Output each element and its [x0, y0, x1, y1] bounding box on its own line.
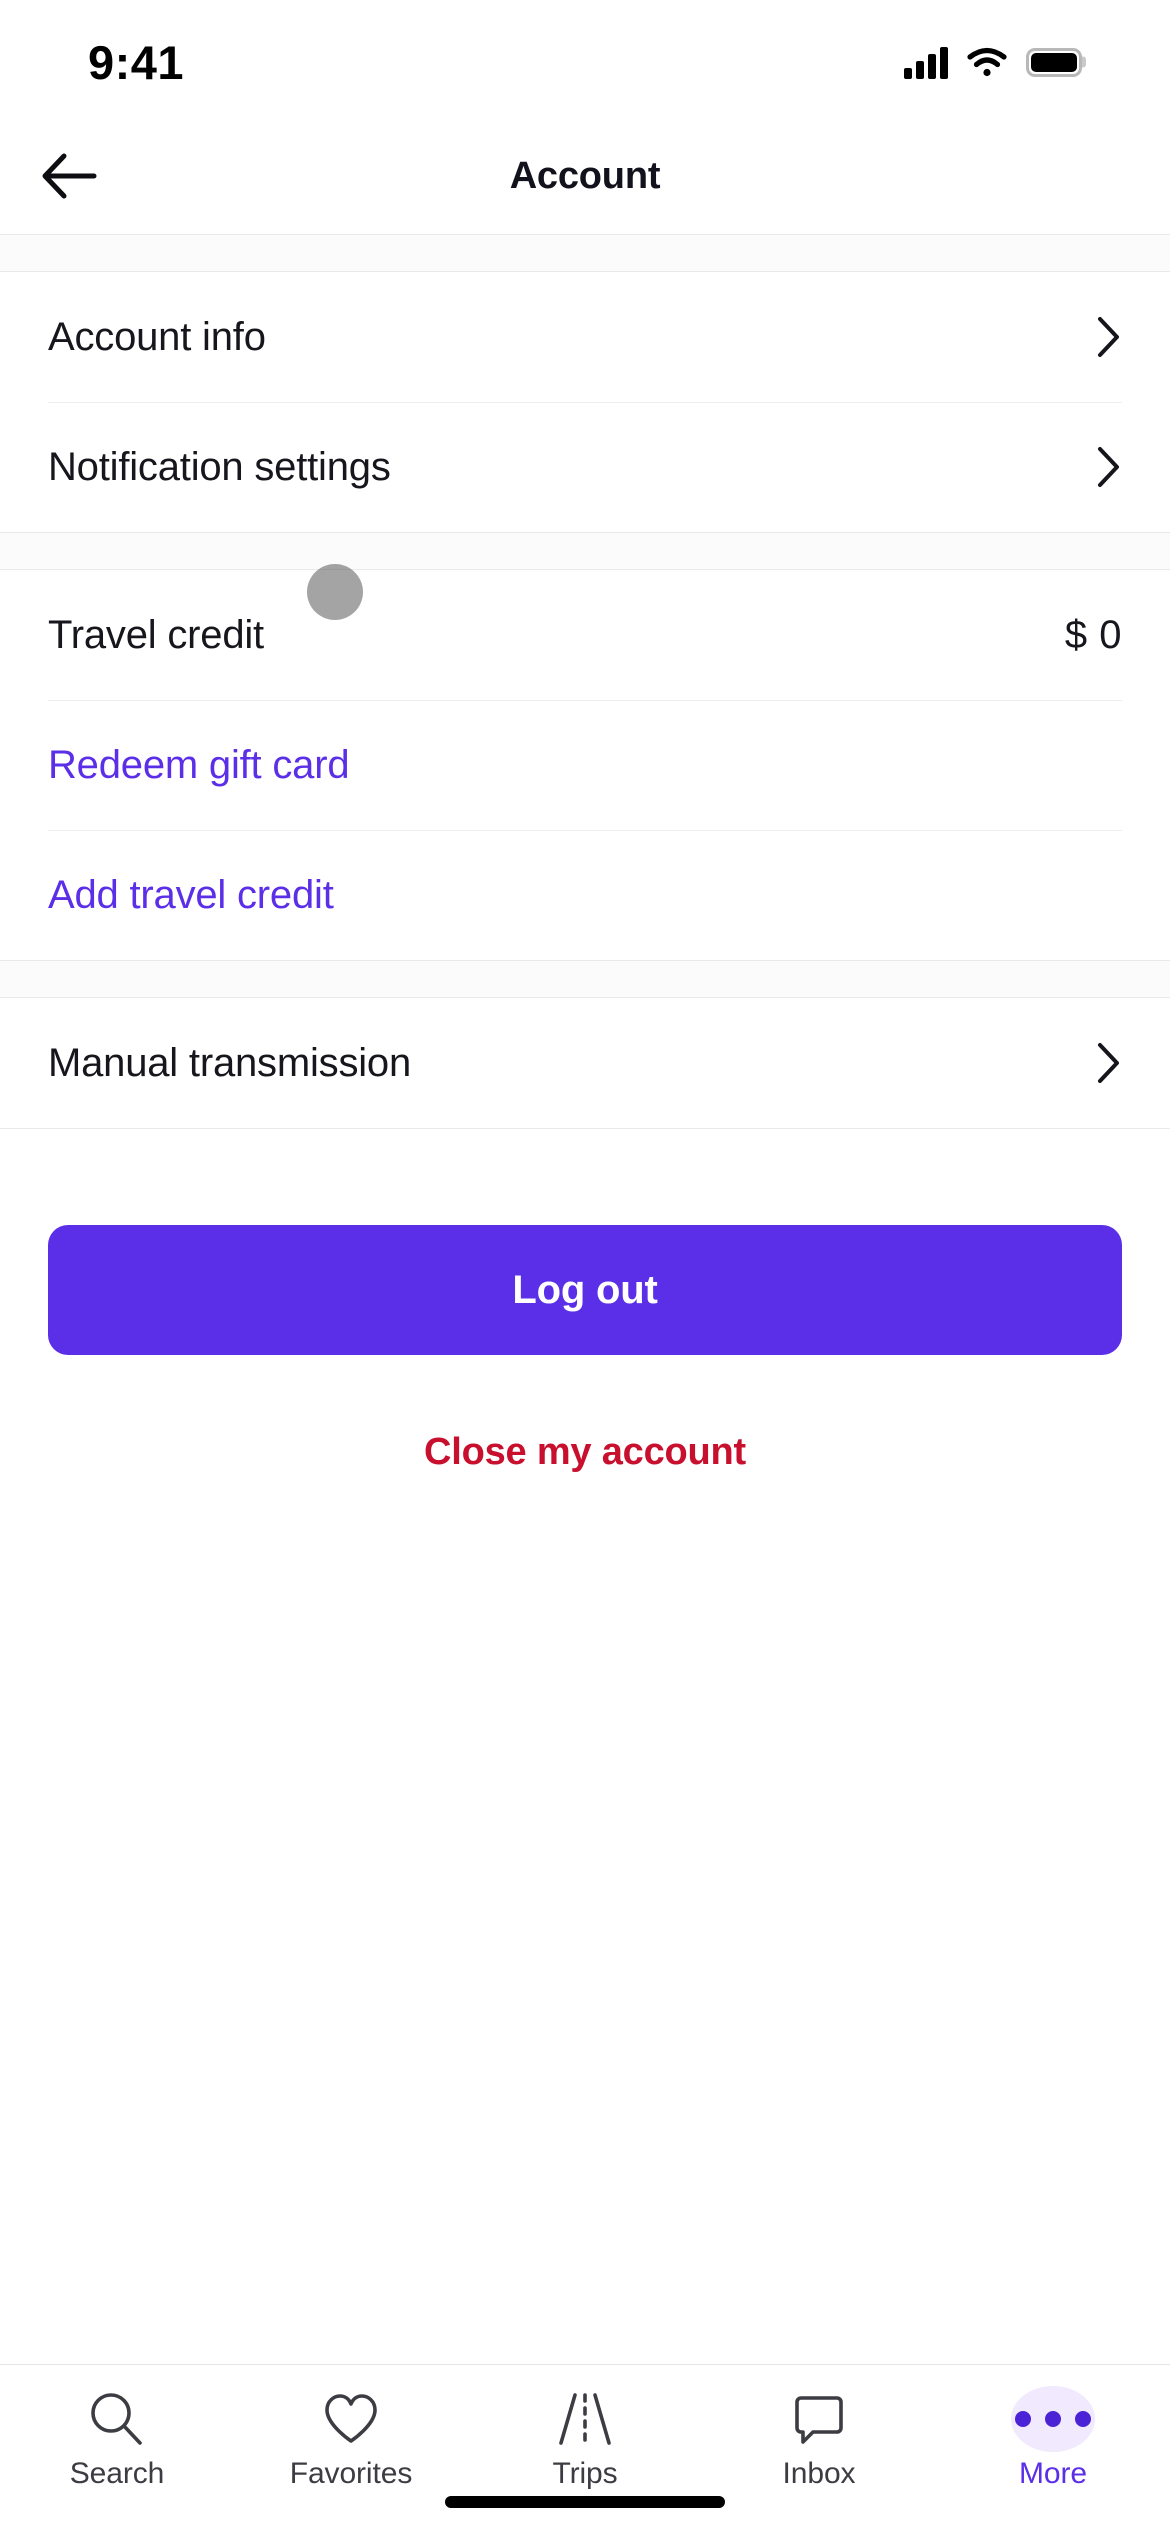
- close-my-account-link[interactable]: Close my account: [48, 1431, 1122, 1474]
- row-label: Notification settings: [48, 445, 391, 489]
- tab-label: Search: [69, 2457, 165, 2490]
- section-travel-credit: Travel credit $ 0 Redeem gift card Add t…: [0, 570, 1170, 960]
- travel-credit-value: $ 0: [1064, 612, 1122, 657]
- section-gap-top: [0, 234, 1170, 272]
- back-button[interactable]: [32, 138, 108, 214]
- tab-label: Trips: [552, 2457, 618, 2490]
- section-account-settings: Account info Notification settings: [0, 272, 1170, 532]
- section-gap-1: [0, 532, 1170, 570]
- tab-label: Favorites: [289, 2457, 413, 2490]
- search-icon: [71, 2383, 163, 2455]
- status-bar-indicators: [904, 45, 1082, 79]
- row-notification-settings[interactable]: Notification settings: [0, 402, 1170, 532]
- back-arrow-icon: [42, 153, 97, 199]
- log-out-button[interactable]: Log out: [48, 1225, 1122, 1355]
- tab-more[interactable]: More: [936, 2383, 1170, 2491]
- speech-bubble-icon: [773, 2383, 865, 2455]
- row-label: Manual transmission: [48, 1041, 412, 1085]
- heart-icon: [305, 2383, 397, 2455]
- section-bottom-divider: [0, 1128, 1170, 1129]
- section-gap-2: [0, 960, 1170, 998]
- page-title: Account: [509, 154, 661, 197]
- road-icon: [539, 2383, 631, 2455]
- home-indicator: [445, 2496, 725, 2508]
- tab-label: More: [1019, 2457, 1087, 2490]
- row-account-info[interactable]: Account info: [0, 272, 1170, 402]
- tab-inbox[interactable]: Inbox: [702, 2383, 936, 2491]
- settings-list: Account info Notification settings Trave…: [0, 234, 1170, 2364]
- row-label: Travel credit: [48, 613, 264, 657]
- tab-trips[interactable]: Trips: [468, 2383, 702, 2491]
- cellular-signal-icon: [904, 45, 948, 79]
- row-label: Account info: [48, 315, 266, 359]
- status-bar-time: 9:41: [88, 35, 185, 89]
- tab-search[interactable]: Search: [0, 2383, 234, 2491]
- row-travel-credit[interactable]: Travel credit $ 0: [0, 570, 1170, 700]
- chevron-right-icon: [1098, 317, 1119, 357]
- row-manual-transmission[interactable]: Manual transmission: [0, 998, 1170, 1128]
- chevron-right-icon: [1098, 1043, 1119, 1083]
- nav-bar: Account: [0, 118, 1170, 234]
- tab-label: Inbox: [782, 2457, 856, 2490]
- section-preferences: Manual transmission: [0, 998, 1170, 1128]
- row-redeem-gift-card[interactable]: Redeem gift card: [0, 700, 1170, 830]
- more-dots: [1015, 2411, 1091, 2427]
- status-bar: 9:41: [0, 0, 1170, 118]
- phone-screen: 9:41 Account Account info Notification s…: [0, 0, 1170, 2532]
- row-label: Redeem gift card: [48, 743, 350, 787]
- row-label: Add travel credit: [48, 873, 334, 917]
- tab-favorites[interactable]: Favorites: [234, 2383, 468, 2491]
- more-dots-icon: [1007, 2383, 1099, 2455]
- account-actions: Log out Close my account: [0, 1225, 1170, 1474]
- battery-icon: [1026, 47, 1082, 77]
- chevron-right-icon: [1098, 447, 1119, 487]
- row-add-travel-credit[interactable]: Add travel credit: [0, 830, 1170, 960]
- wifi-icon: [967, 47, 1007, 77]
